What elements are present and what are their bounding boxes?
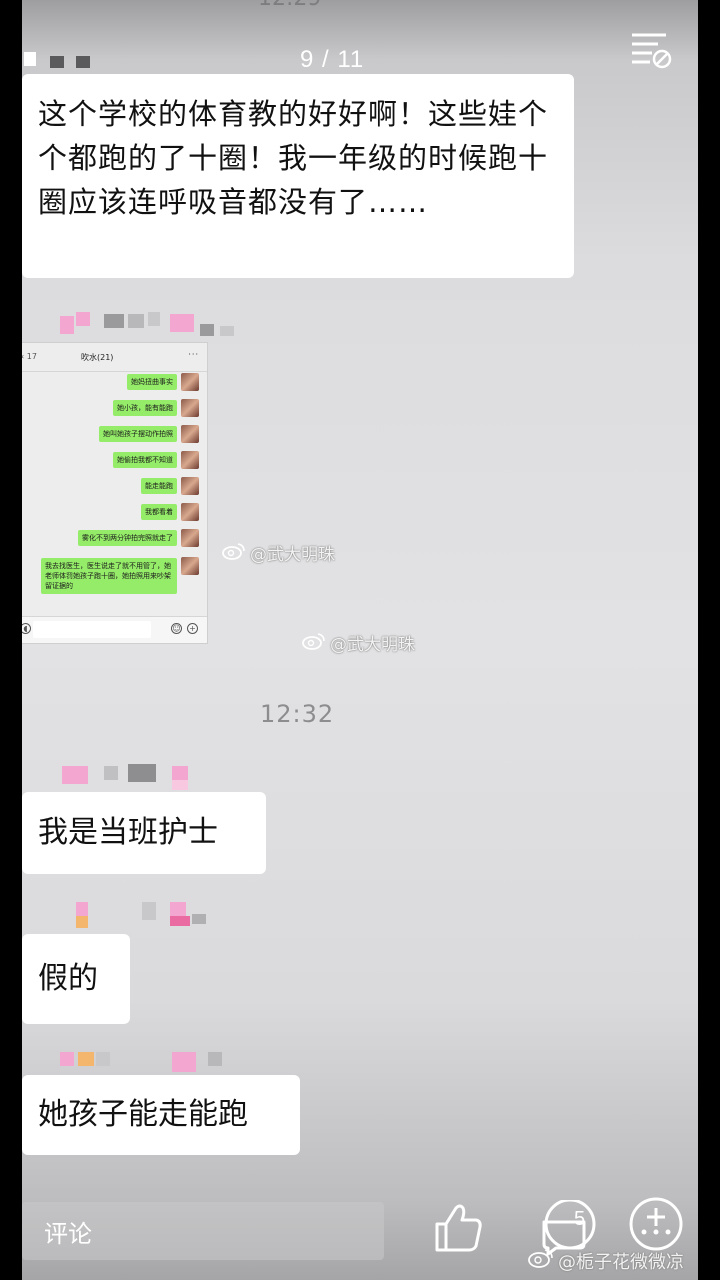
voice-icon: ◖ bbox=[22, 623, 31, 634]
embedded-input-box bbox=[33, 621, 151, 638]
message-bubble-4: 她孩子能走能跑 bbox=[22, 1075, 300, 1155]
embedded-bubble: 她叫她孩子摆动作拍照 bbox=[99, 426, 177, 442]
embedded-message: 她叫她孩子摆动作拍照 bbox=[23, 425, 203, 445]
avatar bbox=[181, 557, 199, 575]
embedded-message: 雾化不到两分钟拍完照就走了 bbox=[23, 529, 203, 549]
avatar bbox=[181, 425, 199, 443]
embedded-chat-header: ‹ 17 吹水(21) ··· bbox=[22, 343, 207, 372]
watermark: @栀子花微微凉 bbox=[528, 1248, 684, 1274]
embedded-bubble: 我都看着 bbox=[141, 504, 177, 520]
menu-button[interactable] bbox=[628, 28, 672, 72]
message-bubble-1: 这个学校的体育教的好好啊！这些娃个个都跑的了十圈！我一年级的时候跑十圈应该连呼吸… bbox=[22, 74, 574, 278]
avatar bbox=[181, 503, 199, 521]
screenshot-photo: 12:29 这个学校的体育教的好好啊！这些娃个个都跑的了十圈！我一年级的时候跑十… bbox=[22, 0, 698, 1280]
weibo-icon bbox=[302, 632, 326, 655]
embedded-message: 我去找医生，医生说走了就不用管了，她老师体罚她孩子跑十圈，她拍照用来吵架留证据的 bbox=[23, 557, 203, 605]
embedded-more-icon: ··· bbox=[188, 350, 199, 359]
embedded-message: 她小孩，能有能跑 bbox=[23, 399, 203, 419]
comment-count: 5 bbox=[574, 1208, 586, 1230]
more-options-button[interactable] bbox=[628, 1196, 684, 1252]
message-bubble-2: 我是当班护士 bbox=[22, 792, 266, 874]
watermark: @武大明珠 bbox=[302, 630, 415, 655]
embedded-bubble: 我去找医生，医生说走了就不用管了，她老师体罚她孩子跑十圈，她拍照用来吵架留证据的 bbox=[41, 558, 177, 594]
embedded-bubble: 她偷拍我都不知道 bbox=[113, 452, 177, 468]
avatar bbox=[181, 529, 199, 547]
like-button[interactable] bbox=[432, 1200, 484, 1254]
embedded-message: 我都看着 bbox=[23, 503, 203, 523]
avatar bbox=[181, 477, 199, 495]
emoji-icon: ☺ bbox=[171, 623, 182, 634]
message-bubble-3: 假的 bbox=[22, 934, 130, 1024]
image-counter: 9 / 11 bbox=[300, 46, 365, 73]
embedded-message: 能走能跑 bbox=[23, 477, 203, 497]
embedded-message: 她偷拍我都不知道 bbox=[23, 451, 203, 471]
weibo-icon bbox=[222, 542, 246, 565]
message-time: 12:32 bbox=[260, 700, 335, 728]
embedded-bubble: 能走能跑 bbox=[141, 478, 177, 494]
embedded-bubble: 雾化不到两分钟拍完照就走了 bbox=[78, 530, 177, 546]
plus-icon: + bbox=[187, 623, 198, 634]
embedded-back-count: ‹ 17 bbox=[22, 352, 37, 361]
embedded-input-bar: ◖ ☺ + bbox=[22, 616, 207, 643]
embedded-message: 她妈扭曲事实 bbox=[23, 373, 203, 393]
watermark: @武大明珠 bbox=[222, 540, 335, 565]
top-time: 12:29 bbox=[258, 0, 321, 11]
embedded-chat-title: 吹水(21) bbox=[81, 353, 114, 362]
avatar bbox=[181, 399, 199, 417]
avatar bbox=[181, 373, 199, 391]
avatar bbox=[181, 451, 199, 469]
thumbs-up-icon bbox=[435, 1204, 482, 1252]
embedded-bubble: 她妈扭曲事实 bbox=[127, 374, 177, 390]
list-block-icon bbox=[632, 33, 672, 69]
comment-placeholder: 评论 bbox=[44, 1220, 92, 1248]
embedded-bubble: 她小孩，能有能跑 bbox=[113, 400, 177, 416]
weibo-icon bbox=[528, 1248, 554, 1273]
embedded-chat-screenshot[interactable]: ‹ 17 吹水(21) ··· 她妈扭曲事实 她小孩，能有能跑 她叫她孩子摆动作… bbox=[22, 342, 208, 644]
more-icon bbox=[629, 1197, 683, 1251]
